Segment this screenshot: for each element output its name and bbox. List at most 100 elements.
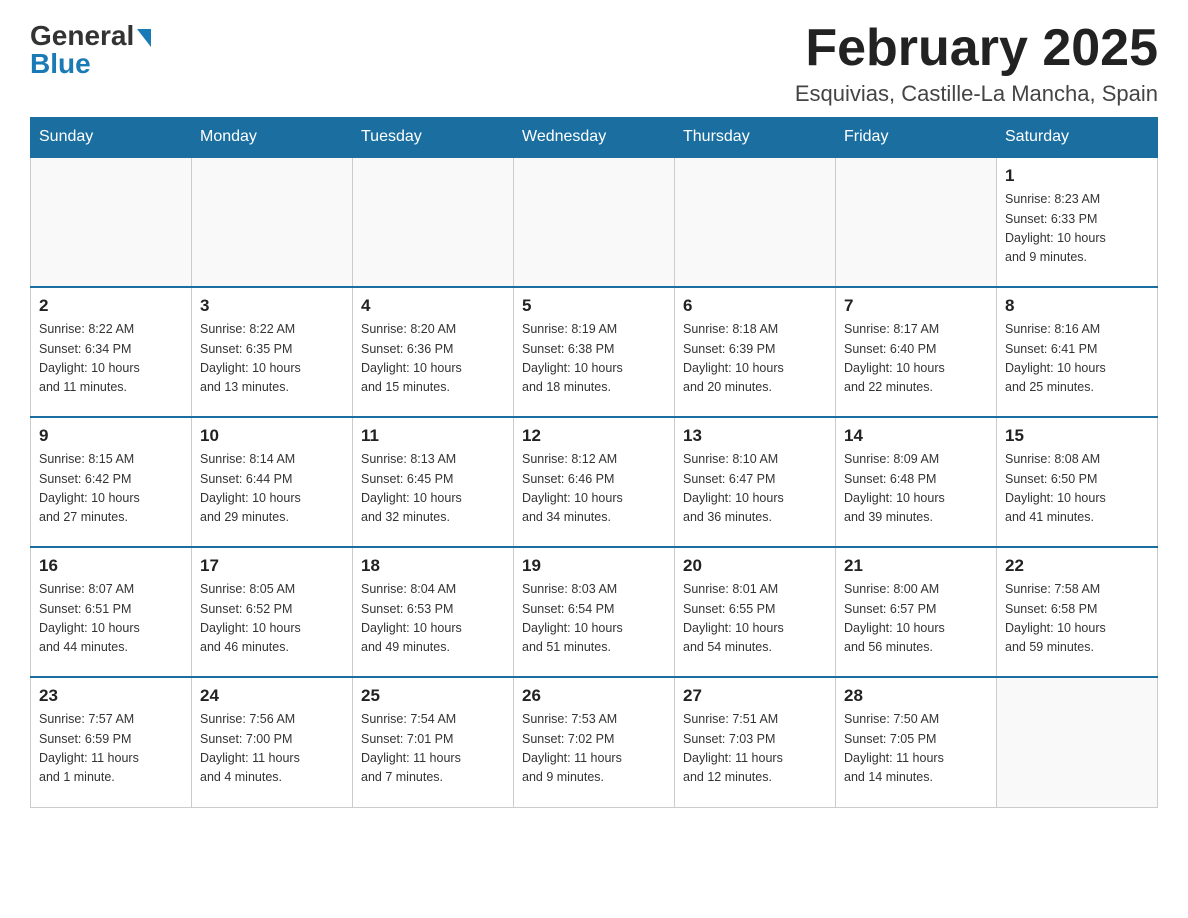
day-number: 12 [522, 426, 666, 446]
weekday-header: Sunday [31, 118, 192, 158]
calendar-cell: 28 Sunrise: 7:50 AMSunset: 7:05 PMDayligh… [836, 677, 997, 807]
weekday-header: Friday [836, 118, 997, 158]
day-info: Sunrise: 8:16 AMSunset: 6:41 PMDaylight:… [1005, 320, 1149, 398]
day-number: 23 [39, 686, 183, 706]
day-info: Sunrise: 8:05 AMSunset: 6:52 PMDaylight:… [200, 580, 344, 658]
day-number: 20 [683, 556, 827, 576]
day-info: Sunrise: 8:08 AMSunset: 6:50 PMDaylight:… [1005, 450, 1149, 528]
calendar-cell [514, 157, 675, 287]
day-number: 24 [200, 686, 344, 706]
day-info: Sunrise: 7:51 AMSunset: 7:03 PMDaylight:… [683, 710, 827, 788]
calendar-cell: 5Sunrise: 8:19 AMSunset: 6:38 PMDaylight… [514, 287, 675, 417]
calendar-cell: 25Sunrise: 7:54 AMSunset: 7:01 PMDayligh… [353, 677, 514, 807]
calendar-week-row: 1 Sunrise: 8:23 AMSunset: 6:33 PMDaylight… [31, 157, 1158, 287]
logo: General Blue [30, 20, 151, 80]
calendar-cell: 6 Sunrise: 8:18 AMSunset: 6:39 PMDaylight… [675, 287, 836, 417]
calendar-header-row: SundayMondayTuesdayWednesdayThursdayFrid… [31, 118, 1158, 158]
day-info: Sunrise: 8:01 AMSunset: 6:55 PMDaylight:… [683, 580, 827, 658]
calendar-cell [192, 157, 353, 287]
day-info: Sunrise: 8:03 AMSunset: 6:54 PMDaylight:… [522, 580, 666, 658]
day-number: 19 [522, 556, 666, 576]
day-info: Sunrise: 8:23 AMSunset: 6:33 PMDaylight:… [1005, 190, 1149, 268]
day-number: 11 [361, 426, 505, 446]
calendar-cell: 8 Sunrise: 8:16 AMSunset: 6:41 PMDaylight… [997, 287, 1158, 417]
day-info: Sunrise: 8:04 AMSunset: 6:53 PMDaylight:… [361, 580, 505, 658]
calendar-cell: 10Sunrise: 8:14 AMSunset: 6:44 PMDayligh… [192, 417, 353, 547]
day-number: 18 [361, 556, 505, 576]
day-number: 14 [844, 426, 988, 446]
day-info: Sunrise: 8:17 AMSunset: 6:40 PMDaylight:… [844, 320, 988, 398]
day-number: 2 [39, 296, 183, 316]
calendar-week-row: 23Sunrise: 7:57 AMSunset: 6:59 PMDayligh… [31, 677, 1158, 807]
calendar-week-row: 9Sunrise: 8:15 AMSunset: 6:42 PMDaylight… [31, 417, 1158, 547]
day-number: 22 [1005, 556, 1149, 576]
day-number: 5 [522, 296, 666, 316]
day-info: Sunrise: 7:53 AMSunset: 7:02 PMDaylight:… [522, 710, 666, 788]
calendar-cell: 4 Sunrise: 8:20 AMSunset: 6:36 PMDaylight… [353, 287, 514, 417]
calendar-cell: 19 Sunrise: 8:03 AMSunset: 6:54 PMDayligh… [514, 547, 675, 677]
day-info: Sunrise: 7:58 AMSunset: 6:58 PMDaylight:… [1005, 580, 1149, 658]
day-number: 8 [1005, 296, 1149, 316]
day-number: 13 [683, 426, 827, 446]
day-number: 6 [683, 296, 827, 316]
calendar-cell: 23Sunrise: 7:57 AMSunset: 6:59 PMDayligh… [31, 677, 192, 807]
calendar-cell: 16 Sunrise: 8:07 AMSunset: 6:51 PMDayligh… [31, 547, 192, 677]
calendar-cell [31, 157, 192, 287]
calendar-cell [353, 157, 514, 287]
day-number: 15 [1005, 426, 1149, 446]
calendar-cell: 15 Sunrise: 8:08 AMSunset: 6:50 PMDayligh… [997, 417, 1158, 547]
day-number: 17 [200, 556, 344, 576]
day-info: Sunrise: 8:09 AMSunset: 6:48 PMDaylight:… [844, 450, 988, 528]
day-number: 28 [844, 686, 988, 706]
calendar-cell: 13 Sunrise: 8:10 AMSunset: 6:47 PMDayligh… [675, 417, 836, 547]
calendar-cell: 3 Sunrise: 8:22 AMSunset: 6:35 PMDaylight… [192, 287, 353, 417]
day-info: Sunrise: 8:10 AMSunset: 6:47 PMDaylight:… [683, 450, 827, 528]
day-info: Sunrise: 8:12 AMSunset: 6:46 PMDaylight:… [522, 450, 666, 528]
logo-blue-text: Blue [30, 48, 91, 80]
day-info: Sunrise: 8:13 AMSunset: 6:45 PMDaylight:… [361, 450, 505, 528]
calendar-cell [675, 157, 836, 287]
calendar-cell: 17 Sunrise: 8:05 AMSunset: 6:52 PMDayligh… [192, 547, 353, 677]
calendar-week-row: 16 Sunrise: 8:07 AMSunset: 6:51 PMDayligh… [31, 547, 1158, 677]
day-info: Sunrise: 8:15 AMSunset: 6:42 PMDaylight:… [39, 450, 183, 528]
calendar-cell: 2 Sunrise: 8:22 AMSunset: 6:34 PMDaylight… [31, 287, 192, 417]
location-text: Esquivias, Castille-La Mancha, Spain [795, 81, 1158, 107]
day-number: 1 [1005, 166, 1149, 186]
day-number: 26 [522, 686, 666, 706]
weekday-header: Thursday [675, 118, 836, 158]
calendar-cell: 11 Sunrise: 8:13 AMSunset: 6:45 PMDayligh… [353, 417, 514, 547]
page-header: General Blue February 2025 Esquivias, Ca… [30, 20, 1158, 107]
calendar-cell: 12 Sunrise: 8:12 AMSunset: 6:46 PMDayligh… [514, 417, 675, 547]
calendar-cell: 1 Sunrise: 8:23 AMSunset: 6:33 PMDaylight… [997, 157, 1158, 287]
calendar-cell: 18 Sunrise: 8:04 AMSunset: 6:53 PMDayligh… [353, 547, 514, 677]
day-number: 27 [683, 686, 827, 706]
day-info: Sunrise: 8:20 AMSunset: 6:36 PMDaylight:… [361, 320, 505, 398]
day-info: Sunrise: 7:50 AMSunset: 7:05 PMDaylight:… [844, 710, 988, 788]
day-number: 25 [361, 686, 505, 706]
day-info: Sunrise: 8:22 AMSunset: 6:34 PMDaylight:… [39, 320, 183, 398]
weekday-header: Tuesday [353, 118, 514, 158]
day-number: 16 [39, 556, 183, 576]
calendar-cell: 26 Sunrise: 7:53 AMSunset: 7:02 PMDayligh… [514, 677, 675, 807]
day-number: 10 [200, 426, 344, 446]
calendar-cell [997, 677, 1158, 807]
day-info: Sunrise: 8:07 AMSunset: 6:51 PMDaylight:… [39, 580, 183, 658]
calendar-cell: 14 Sunrise: 8:09 AMSunset: 6:48 PMDayligh… [836, 417, 997, 547]
day-info: Sunrise: 8:00 AMSunset: 6:57 PMDaylight:… [844, 580, 988, 658]
logo-arrow-icon [137, 29, 151, 47]
day-info: Sunrise: 8:18 AMSunset: 6:39 PMDaylight:… [683, 320, 827, 398]
title-section: February 2025 Esquivias, Castille-La Man… [795, 20, 1158, 107]
calendar-cell: 20 Sunrise: 8:01 AMSunset: 6:55 PMDayligh… [675, 547, 836, 677]
day-number: 21 [844, 556, 988, 576]
calendar-cell: 9Sunrise: 8:15 AMSunset: 6:42 PMDaylight… [31, 417, 192, 547]
day-number: 3 [200, 296, 344, 316]
calendar-cell: 21 Sunrise: 8:00 AMSunset: 6:57 PMDayligh… [836, 547, 997, 677]
calendar-cell: 24 Sunrise: 7:56 AMSunset: 7:00 PMDayligh… [192, 677, 353, 807]
day-info: Sunrise: 7:56 AMSunset: 7:00 PMDaylight:… [200, 710, 344, 788]
calendar-table: SundayMondayTuesdayWednesdayThursdayFrid… [30, 117, 1158, 808]
day-info: Sunrise: 8:22 AMSunset: 6:35 PMDaylight:… [200, 320, 344, 398]
weekday-header: Monday [192, 118, 353, 158]
weekday-header: Saturday [997, 118, 1158, 158]
day-number: 4 [361, 296, 505, 316]
month-title: February 2025 [795, 20, 1158, 77]
